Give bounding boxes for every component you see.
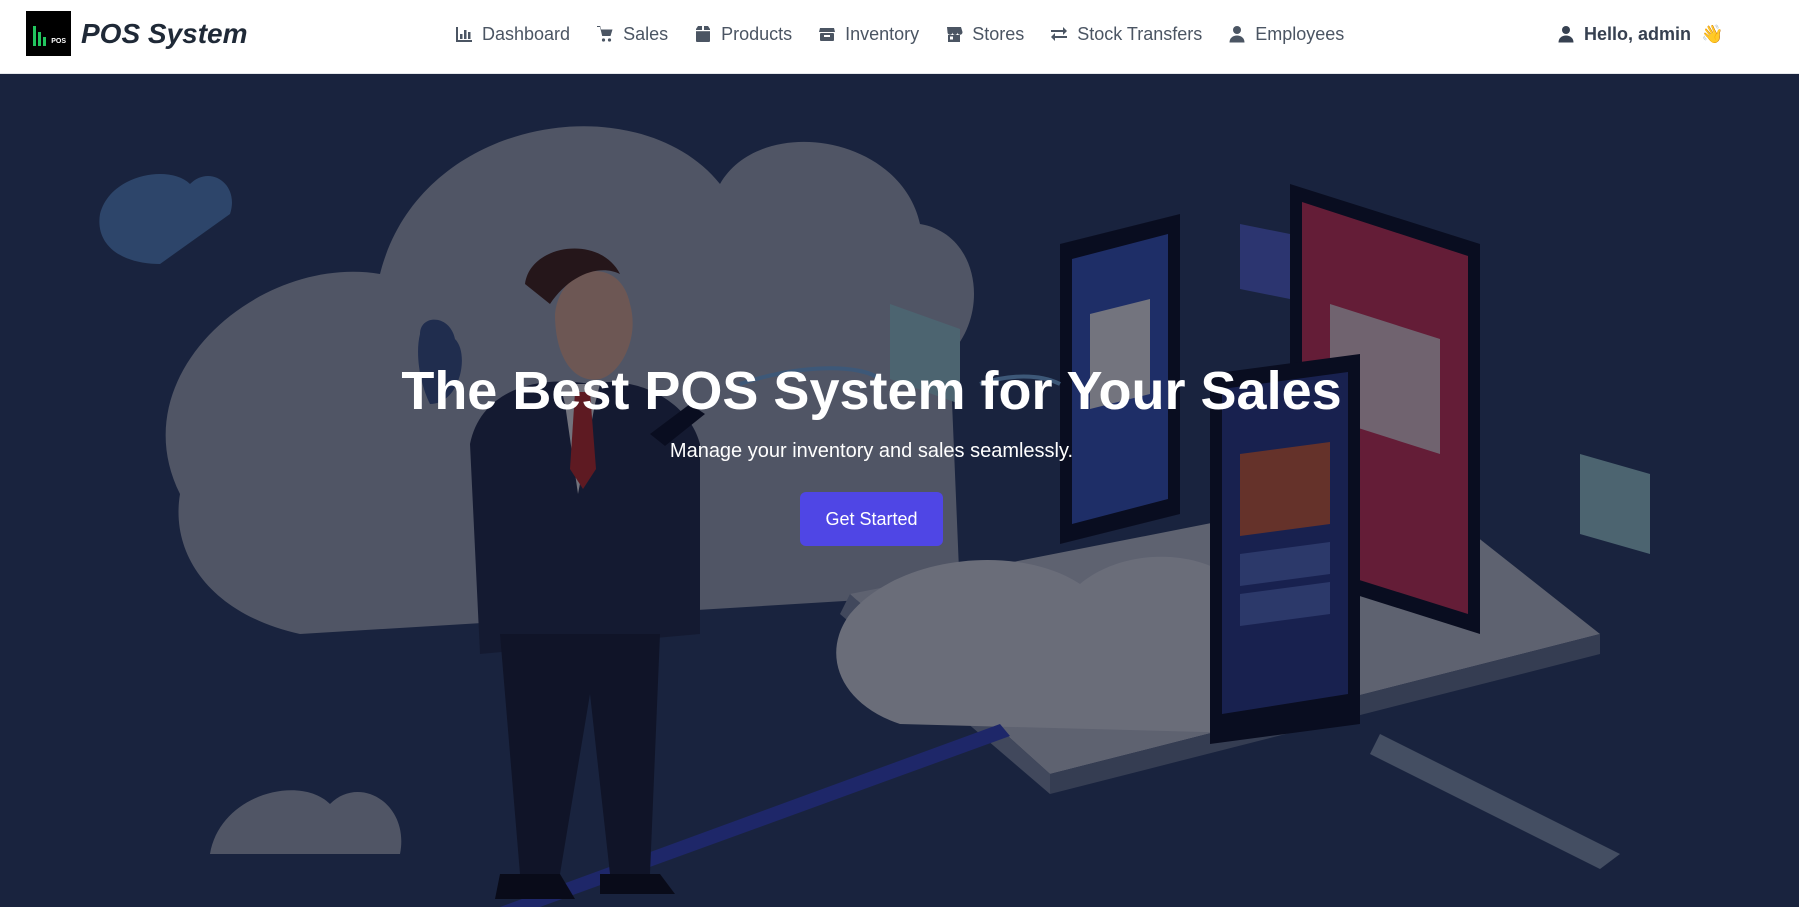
nav-item-employees[interactable]: Employees (1228, 24, 1344, 45)
get-started-button[interactable]: Get Started (800, 492, 943, 546)
store-icon (947, 27, 963, 42)
wave-emoji: 👋 (1701, 23, 1724, 45)
transfer-arrows-icon (1051, 27, 1068, 41)
box-icon (696, 26, 711, 42)
cart-icon (597, 26, 613, 42)
nav-label-sales: Sales (623, 23, 669, 44)
nav-label-inventory: Inventory (845, 23, 920, 44)
user-greeting: Hello, admin (1584, 23, 1692, 44)
nav-label-dashboard: Dashboard (482, 23, 571, 44)
nav-label-employees: Employees (1255, 23, 1345, 44)
hero-content: The Best POS System for Your Sales Manag… (0, 74, 1799, 907)
nav-item-inventory[interactable]: Inventory (818, 24, 919, 45)
nav-item-stores[interactable]: Stores (945, 24, 1024, 45)
hero-subtitle: Manage your inventory and sales seamless… (669, 440, 1074, 462)
chart-bar-icon (456, 27, 472, 42)
brand-logo-mark: POS (51, 38, 66, 45)
user-icon (1558, 26, 1574, 43)
user-icon (1229, 26, 1245, 43)
brand[interactable]: POS POS System (26, 11, 248, 56)
nav-label-stock-transfers: Stock Transfers (1077, 23, 1203, 44)
hero-title: The Best POS System for Your Sales (401, 361, 1342, 421)
nav-item-stock-transfers[interactable]: Stock Transfers (1050, 24, 1202, 45)
inventory-icon (819, 28, 836, 41)
nav-label-products: Products (721, 23, 793, 44)
nav-item-dashboard[interactable]: Dashboard (455, 24, 570, 45)
top-navbar: POS POS System Dashboard Sales Products … (0, 0, 1799, 74)
brand-logo: POS (26, 11, 71, 56)
nav-item-sales[interactable]: Sales (596, 24, 668, 45)
hero-section: The Best POS System for Your Sales Manag… (0, 74, 1799, 907)
nav-label-stores: Stores (972, 23, 1025, 44)
brand-name: POS System (81, 17, 248, 49)
nav-item-products[interactable]: Products (694, 24, 792, 45)
user-menu[interactable]: Hello, admin 👋 (1558, 20, 1723, 48)
main-nav: Dashboard Sales Products Inventory Store… (455, 20, 1344, 48)
